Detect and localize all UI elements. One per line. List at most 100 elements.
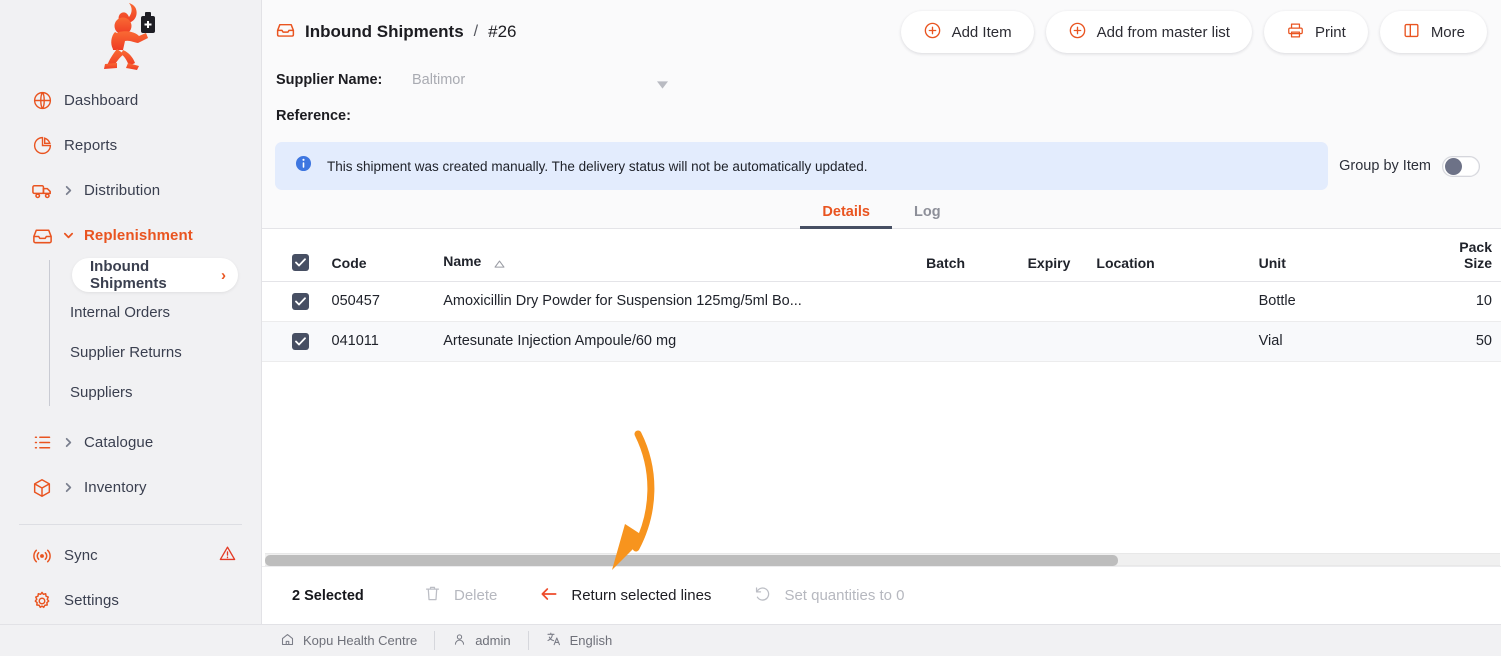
truck-icon bbox=[30, 179, 54, 203]
scrollbar-thumb[interactable] bbox=[265, 555, 1118, 566]
sidebar: Dashboard Reports Distribution Replenish… bbox=[0, 0, 262, 656]
add-item-button[interactable]: Add Item bbox=[900, 11, 1034, 53]
action-label: Return selected lines bbox=[571, 587, 712, 604]
list-icon bbox=[30, 431, 54, 455]
supplier-name-value: Baltimor bbox=[412, 72, 466, 88]
box-icon bbox=[30, 476, 54, 500]
column-header-batch[interactable]: Batch bbox=[864, 229, 992, 282]
group-by-item-control[interactable]: Group by Item bbox=[1339, 142, 1487, 190]
add-from-master-list-button[interactable]: Add from master list bbox=[1045, 11, 1252, 53]
cell-name: Artesunate Injection Ampoule/60 mg bbox=[443, 321, 865, 362]
main-content: Inbound Shipments / #26 Add Item Add fro… bbox=[262, 0, 1501, 656]
panel-icon bbox=[1402, 21, 1421, 44]
column-header-location[interactable]: Location bbox=[1096, 229, 1259, 282]
sidebar-item-catalogue[interactable]: Catalogue bbox=[0, 420, 261, 465]
print-button[interactable]: Print bbox=[1263, 11, 1368, 53]
sidebar-item-inbound-shipments[interactable]: Inbound Shipments › bbox=[72, 258, 238, 292]
sidebar-item-inventory[interactable]: Inventory bbox=[0, 465, 261, 510]
sidebar-subnav-replenishment: Inbound Shipments › Internal Orders Supp… bbox=[49, 258, 261, 412]
cell-unit: Vial bbox=[1258, 321, 1407, 362]
table-header-row: Code Name Batch Expiry Location Unit Pac… bbox=[262, 229, 1501, 282]
delete-action[interactable]: Delete bbox=[423, 584, 497, 607]
sidebar-item-label: Catalogue bbox=[84, 434, 154, 451]
sidebar-item-internal-orders[interactable]: Internal Orders bbox=[49, 292, 261, 332]
application-window: Dashboard Reports Distribution Replenish… bbox=[0, 0, 1501, 656]
sidebar-subitem-label: Inbound Shipments bbox=[90, 258, 167, 292]
table-row[interactable]: 050457 Amoxicillin Dry Powder for Suspen… bbox=[262, 281, 1501, 322]
reference-label: Reference: bbox=[276, 108, 351, 124]
horizontal-scrollbar[interactable] bbox=[265, 553, 1500, 566]
sidebar-item-supplier-returns[interactable]: Supplier Returns bbox=[49, 332, 261, 372]
status-language[interactable]: English bbox=[529, 632, 630, 650]
sidebar-item-replenishment[interactable]: Replenishment bbox=[0, 213, 261, 258]
selected-count-label: 2 Selected bbox=[292, 587, 364, 604]
status-user-label: admin bbox=[475, 633, 511, 648]
broadcast-icon bbox=[30, 544, 54, 568]
action-label: Delete bbox=[454, 587, 498, 604]
chevron-right-icon bbox=[62, 185, 74, 197]
sidebar-item-label: Dashboard bbox=[64, 92, 139, 109]
column-header-unit[interactable]: Unit bbox=[1258, 229, 1407, 282]
msupply-running-man-logo bbox=[103, 3, 155, 70]
status-store-label: Kopu Health Centre bbox=[303, 633, 418, 648]
sidebar-subitem-label: Suppliers bbox=[70, 383, 133, 401]
header-actions: Add Item Add from master list Print More bbox=[900, 11, 1487, 53]
selection-action-bar: 2 Selected Delete Return selected lines bbox=[262, 566, 1501, 624]
sidebar-item-settings[interactable]: Settings bbox=[0, 578, 261, 623]
warning-triangle-icon bbox=[218, 544, 237, 568]
table-header: Code Name Batch Expiry Location Unit Pac… bbox=[262, 229, 1501, 282]
more-button[interactable]: More bbox=[1379, 11, 1487, 53]
sidebar-item-label: Reports bbox=[64, 137, 118, 154]
plus-circle-icon bbox=[923, 21, 942, 44]
table-row[interactable]: 041011 Artesunate Injection Ampoule/60 m… bbox=[262, 321, 1501, 362]
printer-icon bbox=[1286, 21, 1305, 44]
breadcrumb-separator: / bbox=[473, 23, 479, 40]
sidebar-item-dashboard[interactable]: Dashboard bbox=[0, 78, 261, 123]
breadcrumb: Inbound Shipments / #26 bbox=[275, 19, 516, 45]
sidebar-item-reports[interactable]: Reports bbox=[0, 123, 261, 168]
column-header-pack-size[interactable]: Pack Size bbox=[1406, 229, 1501, 282]
chevron-down-icon bbox=[657, 76, 668, 94]
row-checkbox[interactable] bbox=[292, 332, 309, 350]
app-logo bbox=[0, 0, 261, 72]
cell-expiry bbox=[991, 281, 1097, 322]
inbox-icon bbox=[275, 19, 296, 45]
info-banner-text: This shipment was created manually. The … bbox=[327, 158, 868, 174]
cell-expiry bbox=[991, 321, 1097, 362]
gear-icon bbox=[30, 589, 54, 613]
reference-row: Reference: bbox=[275, 98, 1487, 134]
reference-input[interactable] bbox=[412, 99, 674, 133]
cell-code: 041011 bbox=[331, 321, 444, 362]
column-header-code[interactable]: Code bbox=[331, 229, 444, 282]
select-all-checkbox[interactable] bbox=[292, 253, 309, 271]
translate-icon bbox=[546, 631, 562, 650]
sidebar-item-distribution[interactable]: Distribution bbox=[0, 168, 261, 213]
button-label: More bbox=[1430, 23, 1465, 41]
row-select-cell bbox=[262, 321, 332, 362]
chevron-down-icon bbox=[62, 230, 74, 242]
column-header-name[interactable]: Name bbox=[443, 229, 865, 282]
set-quantities-to-zero-action[interactable]: Set quantities to 0 bbox=[753, 584, 905, 607]
action-label: Set quantities to 0 bbox=[784, 587, 905, 604]
row-checkbox[interactable] bbox=[292, 292, 309, 310]
supplier-name-row: Supplier Name: Baltimor bbox=[275, 62, 1487, 98]
column-header-expiry[interactable]: Expiry bbox=[991, 229, 1097, 282]
group-by-item-toggle[interactable] bbox=[1442, 155, 1480, 177]
sort-ascending-icon bbox=[494, 255, 505, 271]
tab-log[interactable]: Log bbox=[892, 204, 963, 228]
page-title: Inbound Shipments bbox=[305, 22, 464, 41]
supplier-name-select[interactable]: Baltimor bbox=[412, 63, 674, 97]
sidebar-item-suppliers[interactable]: Suppliers bbox=[49, 372, 261, 412]
sidebar-item-sync[interactable]: Sync bbox=[0, 533, 261, 578]
user-icon bbox=[452, 632, 467, 650]
status-store[interactable]: Kopu Health Centre bbox=[280, 632, 434, 650]
shipment-lines-table-area: Code Name Batch Expiry Location Unit Pac… bbox=[262, 229, 1501, 566]
pack-header-line2: Size bbox=[1463, 254, 1492, 271]
chevron-right-icon: › bbox=[221, 266, 226, 284]
return-selected-lines-action[interactable]: Return selected lines bbox=[539, 584, 711, 608]
cell-location bbox=[1096, 321, 1259, 362]
reset-icon bbox=[753, 584, 772, 607]
tab-details[interactable]: Details bbox=[800, 204, 892, 229]
status-user[interactable]: admin bbox=[435, 632, 527, 650]
button-label: Add Item bbox=[951, 23, 1012, 41]
